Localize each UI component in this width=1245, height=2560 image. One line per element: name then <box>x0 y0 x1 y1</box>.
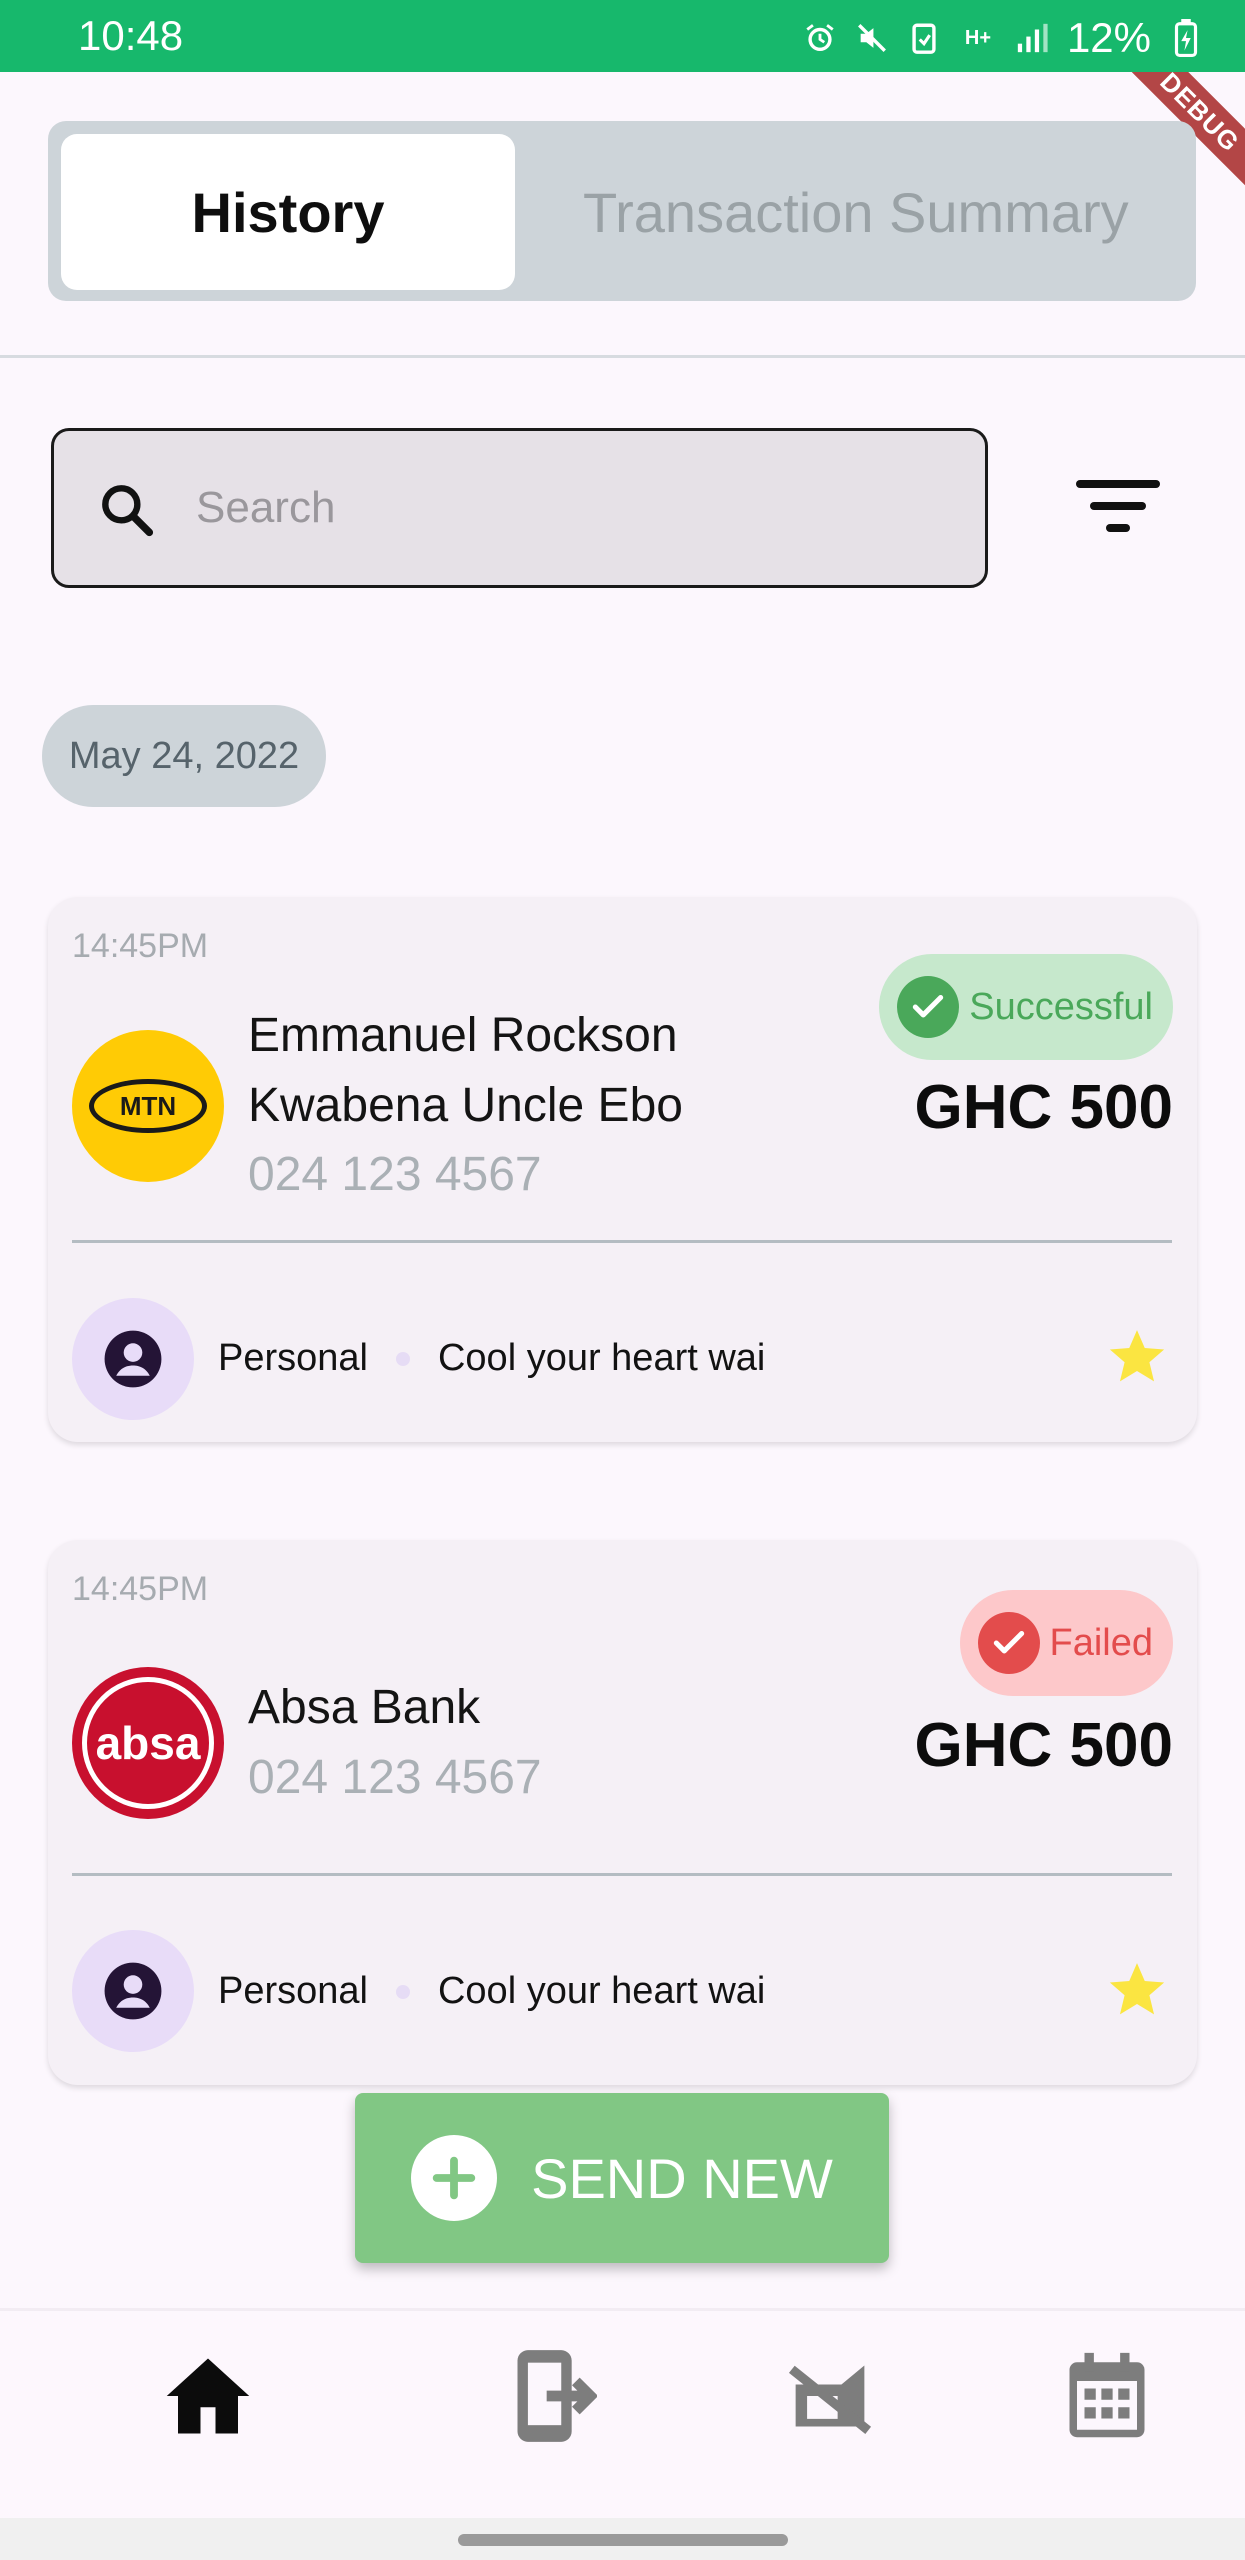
tab-transaction-summary[interactable]: Transaction Summary <box>583 134 1195 290</box>
tab-switcher: History Transaction Summary <box>48 121 1196 301</box>
note-label: Cool your heart wai <box>437 1970 766 2012</box>
recipient-name: Emmanuel Rockson Kwabena Uncle Ebo <box>248 1001 683 1141</box>
nav-send[interactable] <box>775 2341 885 2451</box>
recipient-name-line-1: Emmanuel Rockson <box>248 1009 678 1062</box>
send-icon <box>788 2365 872 2434</box>
search-icon <box>96 479 160 543</box>
avatar <box>72 1298 194 1420</box>
check-circle-icon <box>897 976 960 1038</box>
home-icon <box>166 2358 250 2434</box>
person-icon <box>104 1330 162 1388</box>
battery-charging-icon <box>1169 19 1203 57</box>
bottom-nav <box>0 2308 1245 2518</box>
status-badge: Failed <box>959 1590 1173 1696</box>
avatar <box>72 1930 194 2052</box>
recipient-name-line-2: Kwabena Uncle Ebo <box>248 1079 683 1132</box>
tab-history[interactable]: History <box>61 134 515 290</box>
nav-home[interactable] <box>153 2341 263 2451</box>
note-label: Cool your heart wai <box>437 1337 766 1379</box>
transaction-tags: Personal Cool your heart wai <box>218 1970 765 2013</box>
transaction-amount: GHC 500 <box>914 1711 1173 1780</box>
filter-icon <box>1076 480 1160 532</box>
date-group-chip: May 24, 2022 <box>42 705 326 807</box>
send-new-button[interactable]: SEND NEW <box>355 2093 889 2263</box>
header-divider <box>0 355 1245 358</box>
status-bar: 10:48 H+ 12% <box>0 0 1245 72</box>
separator-dot <box>395 1351 410 1366</box>
recipient-phone: 024 123 4567 <box>248 1148 542 1201</box>
transaction-time: 14:45PM <box>72 1570 209 1608</box>
search-box <box>51 428 988 588</box>
status-text: Failed <box>1049 1621 1154 1664</box>
filter-button[interactable] <box>1070 470 1166 546</box>
category-label: Personal <box>218 1970 368 2012</box>
card-divider <box>72 1873 1172 1876</box>
calendar-icon <box>1069 2352 1145 2438</box>
recipient-phone: 024 123 4567 <box>248 1751 542 1804</box>
mtn-logo: MTN <box>72 1030 224 1182</box>
data-saver-icon <box>907 20 941 56</box>
mtn-logo-text: MTN <box>89 1079 207 1133</box>
gesture-area <box>0 2518 1245 2560</box>
transfer-out-icon <box>517 2350 597 2442</box>
mute-icon <box>855 20 889 56</box>
transaction-card[interactable]: 14:45PM absa Absa Bank 024 123 4567 Fail… <box>48 1540 1197 2085</box>
plus-icon <box>411 2135 498 2221</box>
card-divider <box>72 1240 1172 1243</box>
recipient-name: Absa Bank <box>248 1681 481 1734</box>
nav-transfer[interactable] <box>500 2341 610 2451</box>
check-circle-icon <box>977 1612 1040 1674</box>
person-icon <box>104 1962 162 2020</box>
status-text: Successful <box>969 985 1153 1028</box>
transaction-card[interactable]: 14:45PM MTN Emmanuel Rockson Kwabena Unc… <box>48 897 1197 1442</box>
transaction-time: 14:45PM <box>72 927 209 965</box>
nav-calendar[interactable] <box>1052 2341 1162 2451</box>
star-icon[interactable] <box>1105 1958 1169 2020</box>
status-time: 10:48 <box>78 12 184 59</box>
status-badge: Successful <box>879 954 1173 1060</box>
star-icon[interactable] <box>1105 1325 1169 1387</box>
transaction-amount: GHC 500 <box>914 1073 1173 1142</box>
separator-dot <box>395 1984 410 1999</box>
send-new-label: SEND NEW <box>531 2146 833 2210</box>
gesture-handle[interactable] <box>458 2534 788 2546</box>
absa-logo-text: absa <box>82 1677 214 1809</box>
alarm-icon <box>803 20 837 56</box>
status-icons: H+ 12% <box>803 14 1203 62</box>
category-label: Personal <box>218 1337 368 1379</box>
network-type: H+ <box>964 26 991 49</box>
battery-percent: 12% <box>1066 14 1151 61</box>
search-input[interactable] <box>196 431 956 585</box>
transaction-tags: Personal Cool your heart wai <box>218 1337 765 1380</box>
signal-icon <box>1015 20 1049 56</box>
absa-logo: absa <box>72 1667 224 1819</box>
